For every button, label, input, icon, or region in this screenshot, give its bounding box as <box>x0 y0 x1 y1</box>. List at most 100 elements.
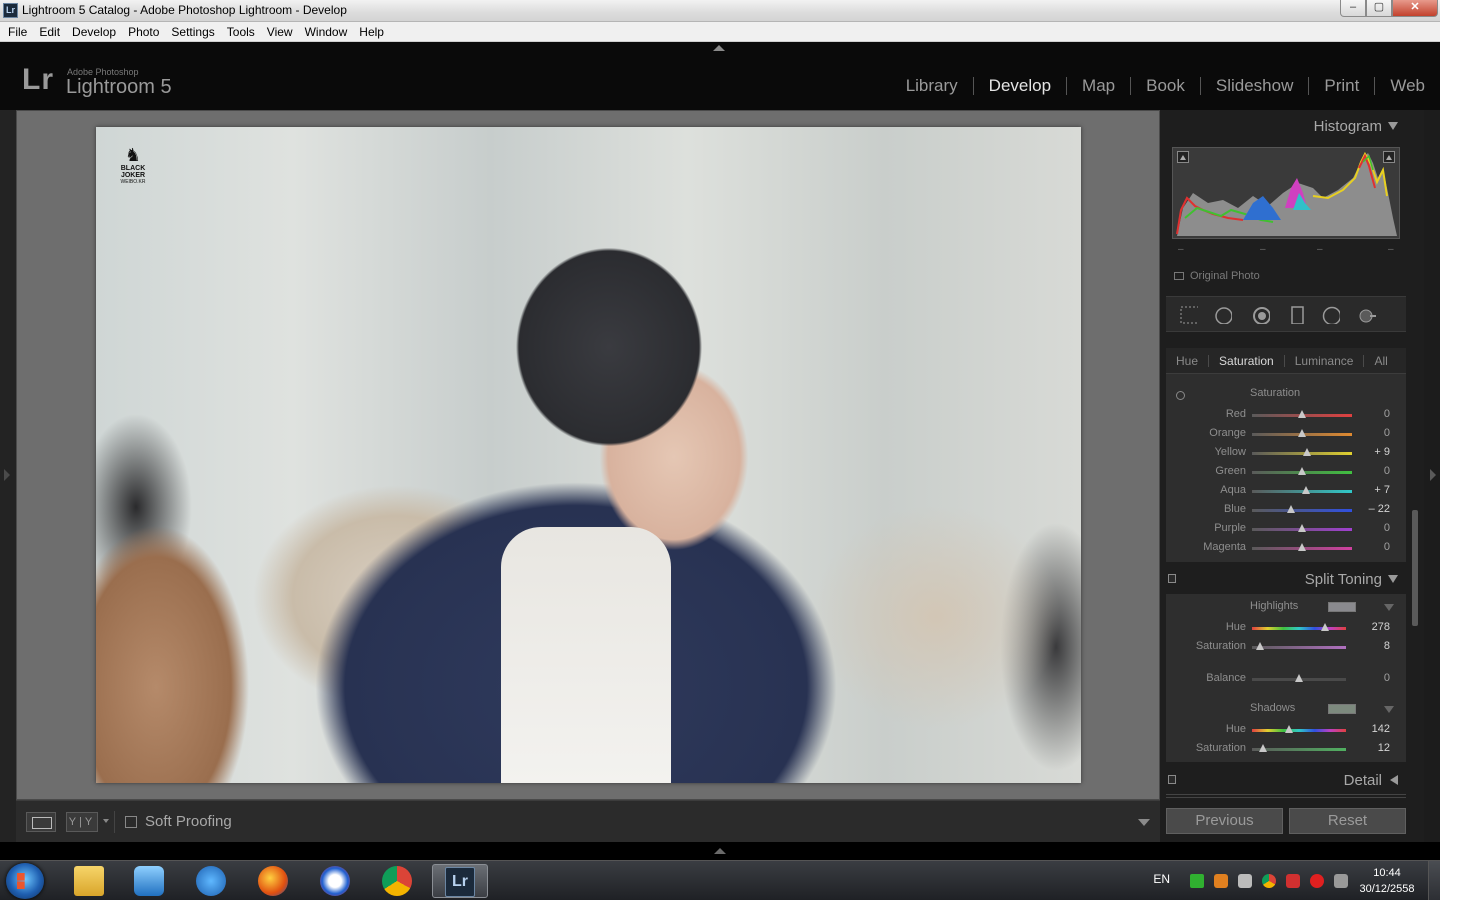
hsl-slider-aqua[interactable]: Aqua + 7 <box>1166 482 1406 501</box>
panel-enable-switch[interactable] <box>1168 574 1176 583</box>
chrome-icon[interactable] <box>370 864 426 898</box>
before-after-dropdown-icon[interactable] <box>103 819 109 823</box>
right-panel-scrollbar[interactable] <box>1412 510 1418 626</box>
menu-file[interactable]: File <box>2 22 33 42</box>
check-icon[interactable] <box>1190 874 1204 888</box>
tab-luminance[interactable]: Luminance <box>1285 354 1364 368</box>
spot-removal-icon[interactable] <box>1214 306 1232 324</box>
firefox-icon[interactable] <box>246 864 302 898</box>
highlights-color-swatch[interactable] <box>1328 602 1356 612</box>
slider-value[interactable]: – 22 <box>1360 503 1390 515</box>
slider-thumb[interactable] <box>1298 524 1306 532</box>
menu-tools[interactable]: Tools <box>221 22 261 42</box>
hsl-slider-yellow[interactable]: Yellow + 9 <box>1166 444 1406 463</box>
hsl-slider-red[interactable]: Red 0 <box>1166 406 1406 425</box>
red-eye-icon[interactable] <box>1252 306 1270 324</box>
slider-thumb[interactable] <box>1285 725 1294 733</box>
slider-thumb[interactable] <box>1320 623 1329 631</box>
slider-track[interactable] <box>1252 509 1352 512</box>
safari-like-icon[interactable] <box>308 864 364 898</box>
slider-value[interactable]: 0 <box>1360 427 1390 439</box>
targeted-adjustment-icon[interactable] <box>1176 391 1185 400</box>
shadow-clipping-indicator[interactable] <box>1177 151 1189 163</box>
slider-thumb[interactable] <box>1259 744 1268 752</box>
slider-thumb[interactable] <box>1255 642 1264 650</box>
slider-thumb[interactable] <box>1295 674 1303 682</box>
menu-window[interactable]: Window <box>299 22 354 42</box>
highlight-clipping-indicator[interactable] <box>1383 151 1395 163</box>
volume-icon[interactable] <box>1238 874 1252 888</box>
slider-value[interactable]: 8 <box>1360 640 1390 652</box>
collapse-right-panel-icon[interactable] <box>1430 469 1436 481</box>
slider-value[interactable]: + 9 <box>1360 446 1390 458</box>
collapse-triangle-icon[interactable] <box>1388 122 1398 130</box>
system-clock[interactable]: 10:44 30/12/2558 <box>1352 865 1422 897</box>
toolbar-content-menu-icon[interactable] <box>1138 819 1150 826</box>
slider-thumb[interactable] <box>1301 486 1310 494</box>
expand-triangle-icon[interactable] <box>1390 775 1398 785</box>
menu-edit[interactable]: Edit <box>33 22 66 42</box>
media-player-icon[interactable] <box>122 864 178 898</box>
module-slideshow[interactable]: Slideshow <box>1201 76 1309 96</box>
network-icon[interactable] <box>1334 874 1348 888</box>
shadows-hue-slider[interactable]: Hue 142 <box>1166 721 1406 740</box>
right-edge[interactable] <box>1424 110 1440 842</box>
minimize-button[interactable]: – <box>1340 0 1366 17</box>
menu-settings[interactable]: Settings <box>165 22 220 42</box>
adjustment-brush-icon[interactable] <box>1358 306 1376 324</box>
left-panel-collapsed[interactable] <box>0 110 16 842</box>
slider-value[interactable]: 142 <box>1360 723 1390 735</box>
slider-track[interactable] <box>1252 646 1346 649</box>
module-library[interactable]: Library <box>891 76 973 96</box>
original-photo-toggle[interactable]: Original Photo <box>1174 270 1260 282</box>
chrome-tray-icon[interactable] <box>1262 874 1276 888</box>
detail-panel-header[interactable]: Detail <box>1164 765 1406 795</box>
hsl-slider-purple[interactable]: Purple 0 <box>1166 520 1406 539</box>
soft-proofing-checkbox[interactable] <box>125 816 137 828</box>
highlights-hue-slider[interactable]: Hue 278 <box>1166 619 1406 638</box>
slider-thumb[interactable] <box>1298 467 1306 475</box>
language-indicator[interactable]: EN <box>1153 872 1170 886</box>
slider-track[interactable] <box>1252 627 1346 630</box>
loupe-view-button[interactable] <box>26 812 56 832</box>
shadows-picker-triangle-icon[interactable] <box>1384 706 1394 713</box>
previous-button[interactable]: Previous <box>1166 808 1283 834</box>
expand-left-panel-icon[interactable] <box>4 469 10 481</box>
internet-explorer-icon[interactable] <box>184 864 240 898</box>
balance-slider[interactable]: Balance 0 <box>1166 670 1406 689</box>
slider-track[interactable] <box>1252 729 1346 732</box>
start-button[interactable] <box>6 863 44 899</box>
histogram-panel-header[interactable]: Histogram <box>1164 111 1406 141</box>
crop-overlay-icon[interactable] <box>1180 306 1198 324</box>
tray-app-icon[interactable] <box>1214 874 1228 888</box>
panel-enable-switch[interactable] <box>1168 775 1176 784</box>
hsl-slider-orange[interactable]: Orange 0 <box>1166 425 1406 444</box>
graduated-filter-icon[interactable] <box>1290 306 1308 324</box>
highlights-saturation-slider[interactable]: Saturation 8 <box>1166 638 1406 657</box>
module-map[interactable]: Map <box>1067 76 1130 96</box>
collapse-triangle-icon[interactable] <box>1388 575 1398 583</box>
menu-view[interactable]: View <box>261 22 299 42</box>
menu-help[interactable]: Help <box>353 22 390 42</box>
explorer-icon[interactable] <box>62 864 118 898</box>
histogram-display[interactable] <box>1172 147 1400 239</box>
maximize-button[interactable]: ▢ <box>1366 0 1392 17</box>
radial-filter-icon[interactable] <box>1322 306 1340 324</box>
tab-hue[interactable]: Hue <box>1166 354 1208 368</box>
collapse-top-panel-icon[interactable] <box>713 45 725 51</box>
slider-value[interactable]: 0 <box>1360 465 1390 477</box>
slider-value[interactable]: + 7 <box>1360 484 1390 496</box>
original-photo-checkbox[interactable] <box>1174 272 1184 280</box>
tab-all[interactable]: All <box>1364 354 1397 368</box>
antivirus-icon[interactable] <box>1310 874 1324 888</box>
slider-thumb[interactable] <box>1302 448 1311 456</box>
slider-value[interactable]: 12 <box>1360 742 1390 754</box>
slider-thumb[interactable] <box>1287 505 1295 513</box>
slider-value[interactable]: 0 <box>1360 408 1390 420</box>
reset-button[interactable]: Reset <box>1289 808 1406 834</box>
slider-thumb[interactable] <box>1298 543 1306 551</box>
close-button[interactable]: ✕ <box>1392 0 1438 17</box>
menu-develop[interactable]: Develop <box>66 22 122 42</box>
module-web[interactable]: Web <box>1375 76 1440 96</box>
highlights-picker-triangle-icon[interactable] <box>1384 604 1394 611</box>
